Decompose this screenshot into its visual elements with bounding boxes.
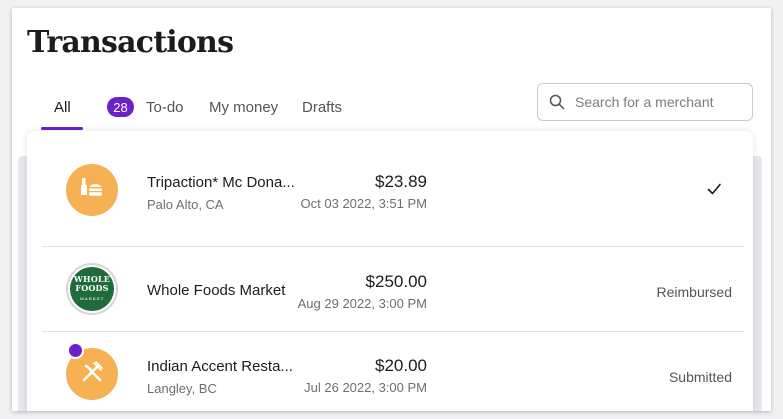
transaction-list: Tripaction* Mc Dona... Palo Alto, CA $23… [27, 131, 753, 411]
merchant-name: Tripaction* Mc Dona... [147, 174, 295, 191]
merchant-name: Whole Foods Market [147, 282, 286, 299]
unread-indicator-dot [67, 342, 84, 359]
transaction-row[interactable]: WHOLE FOODS MARKET Whole Foods Market $2… [42, 247, 744, 332]
fast-food-icon [77, 173, 107, 208]
logo-text: MARKET [79, 296, 105, 301]
transactions-window: Transactions All 28 To-do My money Draft… [12, 8, 771, 411]
tab-drafts[interactable]: Drafts [302, 86, 342, 128]
tab-my-money[interactable]: My money [209, 86, 278, 128]
checkmark-icon [706, 181, 722, 197]
search-icon [549, 94, 565, 110]
transaction-amount: $250.00 [365, 272, 427, 291]
fork-knife-icon [78, 358, 106, 391]
transaction-row[interactable]: Indian Accent Resta... Langley, BC $20.0… [42, 332, 744, 411]
tab-all-label: All [54, 98, 71, 116]
transaction-row[interactable]: Tripaction* Mc Dona... Palo Alto, CA $23… [42, 146, 744, 231]
transaction-amount: $20.00 [375, 356, 427, 375]
whole-foods-logo: WHOLE FOODS MARKET [66, 263, 118, 315]
transaction-amount: $23.89 [375, 172, 427, 191]
merchant-location: Palo Alto, CA [147, 197, 224, 212]
tab-todo[interactable]: 28 To-do [107, 86, 184, 128]
status-label: Submitted [668, 369, 732, 385]
merchant-location: Langley, BC [147, 381, 217, 396]
status-label: Reimbursed [656, 284, 732, 300]
tab-my-money-label: My money [209, 98, 279, 116]
merchant-avatar [66, 164, 118, 216]
merchant-search-box[interactable] [537, 83, 753, 121]
tab-bar: All 28 To-do My money Drafts [12, 86, 512, 132]
transaction-date: Oct 03 2022, 3:51 PM [300, 196, 427, 211]
logo-text: FOODS [75, 283, 109, 293]
merchant-name: Indian Accent Resta... [147, 358, 293, 375]
tab-todo-label: To-do [146, 98, 184, 116]
transaction-date: Jul 26 2022, 3:00 PM [304, 380, 427, 395]
tab-all[interactable]: All [54, 86, 71, 128]
todo-count-badge: 28 [107, 97, 134, 117]
transaction-date: Aug 29 2022, 3:00 PM [297, 296, 427, 311]
tab-drafts-label: Drafts [302, 98, 343, 116]
active-tab-indicator [41, 127, 83, 130]
search-input[interactable] [575, 94, 745, 110]
page-title: Transactions [27, 25, 234, 60]
whole-foods-logo-mark: WHOLE FOODS MARKET [70, 267, 114, 311]
